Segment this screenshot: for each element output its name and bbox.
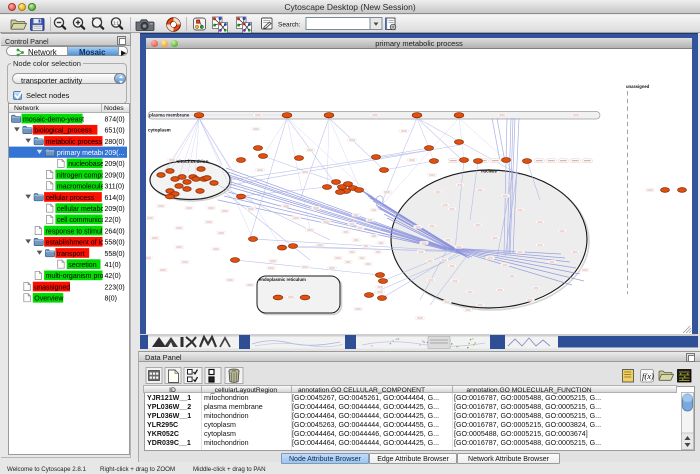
svg-text:209(0): 209(0)	[105, 206, 125, 213]
svg-text:metabolic process: metabolic process	[46, 138, 103, 145]
svg-text:Search:: Search:	[278, 22, 301, 29]
svg-text:endoplasmic reticulum: endoplasmic reticulum	[259, 277, 306, 282]
svg-text:biological_process: biological_process	[34, 127, 92, 134]
svg-text:f(x): f(x)	[642, 371, 654, 381]
svg-text:cell communicat: cell communicat	[57, 217, 107, 224]
svg-text:223(0): 223(0)	[105, 284, 125, 291]
svg-text:558(0): 558(0)	[105, 239, 125, 246]
svg-text:209(...: 209(...	[105, 150, 125, 157]
svg-text:cytoplasm: cytoplasm	[148, 128, 171, 133]
svg-text:unassigned: unassigned	[34, 284, 70, 291]
svg-text:8(0): 8(0)	[105, 295, 117, 302]
svg-text:41(0): 41(0)	[105, 262, 121, 269]
svg-text:1:1: 1:1	[113, 21, 119, 26]
svg-text:42(0): 42(0)	[105, 273, 121, 280]
svg-text:macromolecule: macromolecule	[57, 183, 105, 190]
svg-text:secretion: secretion	[68, 262, 97, 269]
svg-text:nucleus: nucleus	[481, 169, 497, 174]
svg-text:280(0): 280(0)	[105, 138, 125, 145]
svg-text:22(0): 22(0)	[105, 217, 121, 224]
svg-text:cellular metabol: cellular metabol	[57, 206, 106, 213]
svg-text:establishment of lo: establishment of lo	[46, 239, 104, 246]
svg-text:874(0): 874(0)	[105, 116, 125, 123]
svg-text:209(0): 209(0)	[105, 172, 125, 179]
svg-text:209(0): 209(0)	[105, 161, 125, 168]
svg-text:nitrogen compou: nitrogen compou	[57, 172, 109, 179]
svg-text:multi-organism pro: multi-organism pro	[46, 273, 104, 280]
svg-text:mitochondrion: mitochondrion	[175, 159, 209, 165]
svg-text:response to stimul: response to stimul	[46, 228, 103, 235]
svg-text:614(0): 614(0)	[105, 194, 125, 201]
svg-text:558(0): 558(0)	[105, 250, 125, 257]
svg-text:mosaic-demo-yeast: mosaic-demo-yeast	[23, 116, 84, 123]
svg-text:264(0): 264(0)	[105, 228, 125, 235]
svg-text:311(0): 311(0)	[105, 183, 125, 190]
svg-text:cellular process: cellular process	[46, 194, 95, 201]
svg-text:651(0): 651(0)	[105, 127, 125, 134]
svg-text:unassigned: unassigned	[626, 84, 650, 89]
svg-text:Overview: Overview	[34, 295, 64, 302]
svg-text:transport: transport	[57, 250, 85, 257]
